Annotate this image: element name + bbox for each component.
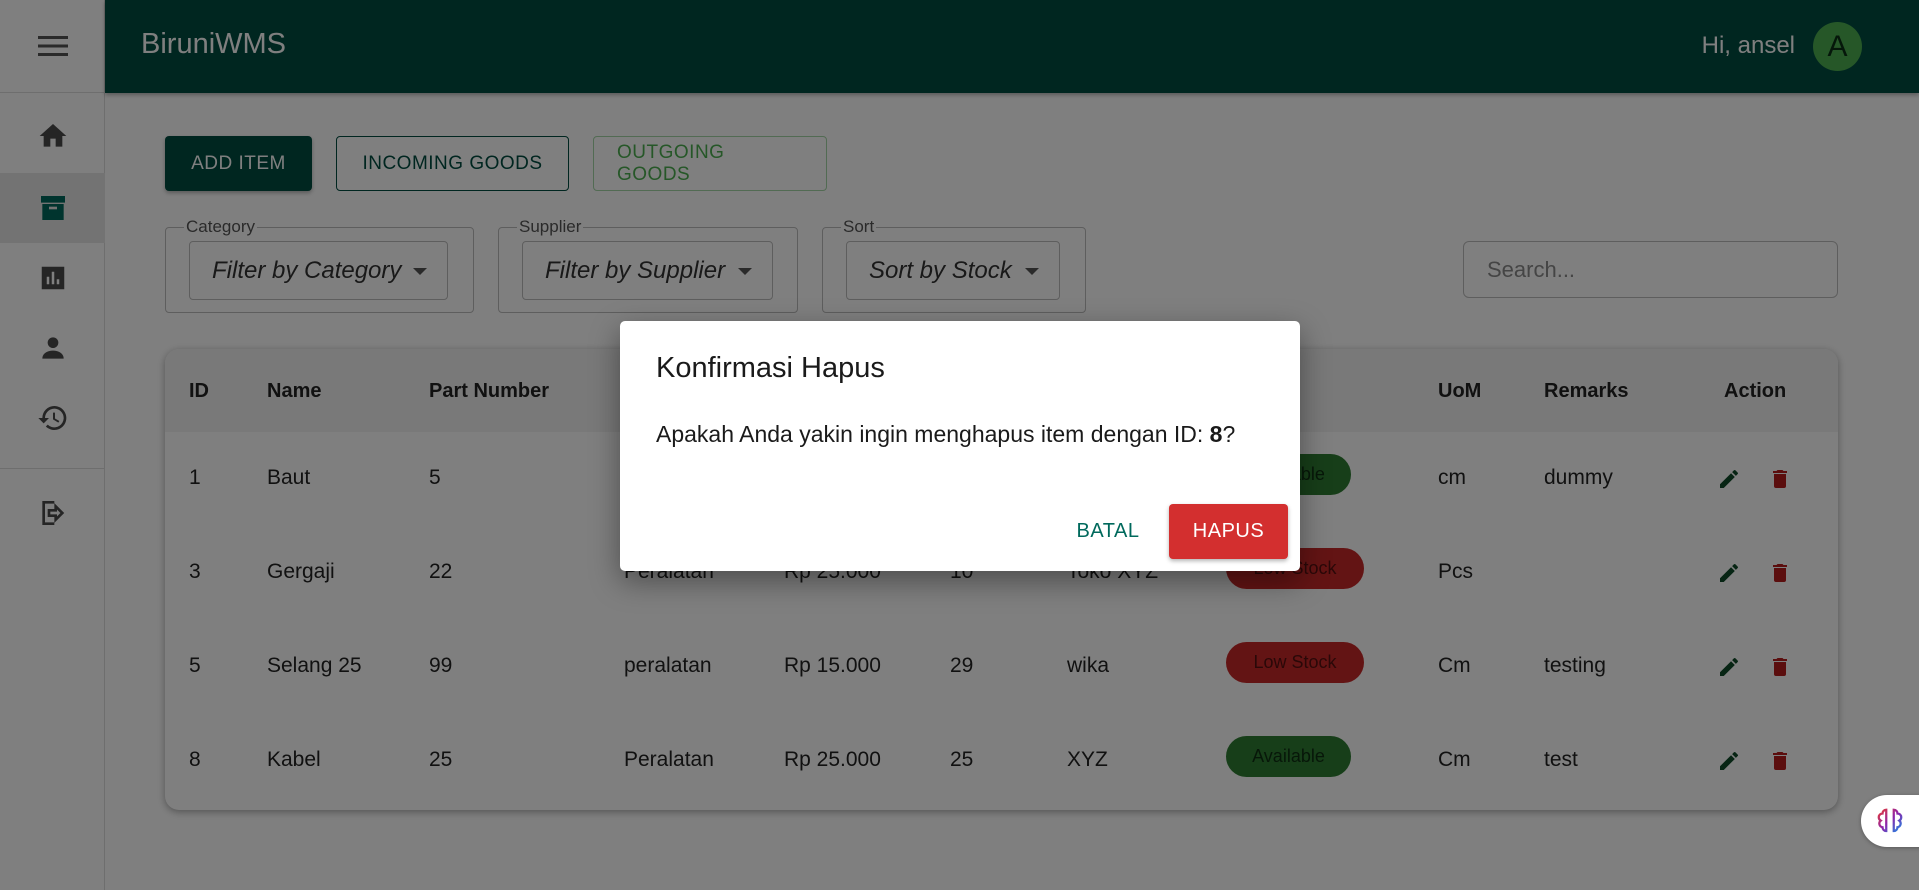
dialog-title: Konfirmasi Hapus — [656, 352, 885, 384]
dialog-message-suffix: ? — [1222, 421, 1236, 447]
dialog-message: Apakah Anda yakin ingin menghapus item d… — [656, 421, 1235, 448]
brain-icon — [1877, 808, 1903, 833]
dialog-message-text: Apakah Anda yakin ingin menghapus item d… — [656, 421, 1210, 447]
cancel-button[interactable]: BATAL — [1063, 505, 1153, 557]
dialog-message-id: 8 — [1209, 421, 1223, 447]
confirm-delete-button[interactable]: HAPUS — [1169, 504, 1288, 559]
assistant-widget[interactable] — [1861, 795, 1919, 847]
